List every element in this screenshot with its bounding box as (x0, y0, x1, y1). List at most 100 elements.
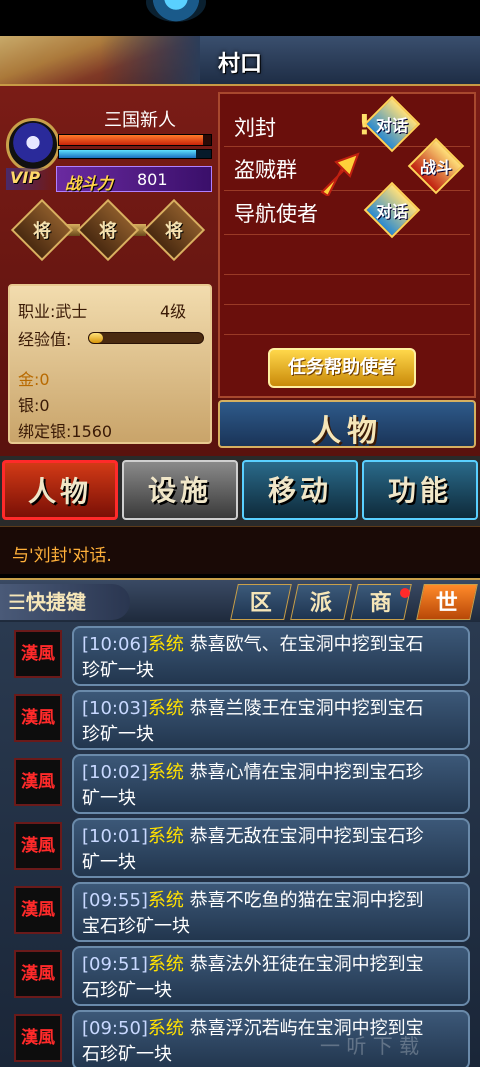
chat-text-cont: 珍矿一块 (82, 724, 154, 745)
general-slot-label: 将 (165, 221, 183, 242)
up-right-arrow-icon (320, 152, 360, 196)
quick-bar: ☰快捷键 区 派 商 世 (0, 578, 480, 622)
general-slot-label: 将 (99, 221, 117, 242)
chat-text-cont: 石珍矿一块 (82, 980, 172, 1001)
chat-text-cont: 石珍矿一块 (82, 1044, 172, 1065)
location-title: 村口 (217, 52, 262, 77)
channel-tab-world[interactable]: 世 (416, 584, 478, 620)
tab-functions[interactable]: 功能 (362, 460, 478, 520)
chat-sender: 系统 (147, 826, 184, 847)
watermark: 一 听 下 载 (320, 1034, 420, 1058)
chat-item[interactable]: 漢風 [10:01]系统 恭喜无敌在宝洞中挖到宝石珍 矿一块 (10, 818, 470, 878)
person-banner[interactable]: 人物 (218, 400, 476, 449)
message-line: 与'刘封'对话. (0, 526, 480, 574)
hp-bar (58, 134, 212, 146)
han-feng-logo-icon: 漢風 (14, 1014, 62, 1062)
han-feng-logo-icon: 漢風 (14, 630, 62, 678)
player-name: 三国新人 (104, 110, 176, 131)
exp-label: 经验值: (18, 330, 72, 349)
silver-value: 银:0 (18, 396, 50, 415)
chat-text-cont: 矿一块 (82, 788, 136, 809)
chat-text-cont: 珍矿一块 (82, 660, 154, 681)
chat-item[interactable]: 漢風 [10:06]系统 恭喜欧气、在宝洞中挖到宝石 珍矿一块 (10, 626, 470, 686)
chat-sender: 系统 (147, 890, 184, 911)
vip-badge[interactable]: VIP (6, 168, 56, 190)
tab-facilities[interactable]: 设施 (122, 460, 238, 520)
han-feng-logo-icon: 漢風 (14, 822, 62, 870)
chat-time: [10:02] (82, 762, 148, 783)
channel-tab-label: 世 (435, 590, 458, 616)
chat-list[interactable]: 漢風 [10:06]系统 恭喜欧气、在宝洞中挖到宝石 珍矿一块 漢風 [10:03]系统… (0, 622, 480, 1067)
generals-slots: 将 将 将 (10, 198, 210, 262)
main-tabs: 人物 设施 移动 功能 (0, 456, 480, 526)
han-feng-logo-icon: 漢風 (14, 886, 62, 934)
general-slot-1[interactable]: 将 (10, 198, 74, 262)
chat-bubble: [10:01]系统 恭喜无敌在宝洞中挖到宝石珍 矿一块 (72, 818, 470, 878)
npc-panel: 刘封 ! 对话 盗贼群 战斗 导航使者 对话 任务帮助使者 (218, 92, 476, 398)
channel-tab-label: 区 (249, 590, 272, 616)
divider (224, 334, 470, 335)
mp-bar-fill (59, 150, 196, 158)
person-banner-label: 人物 (311, 414, 383, 449)
hp-bar-fill (59, 135, 204, 145)
channel-tab-label: 派 (309, 590, 332, 616)
chat-text: 恭喜心情在宝洞中挖到宝石珍 (189, 762, 424, 783)
chat-item[interactable]: 漢風 [10:02]系统 恭喜心情在宝洞中挖到宝石珍 矿一块 (10, 754, 470, 814)
top-strip (0, 0, 480, 36)
mp-bar (58, 149, 212, 159)
shortcut-button[interactable]: ☰快捷键 (0, 584, 130, 620)
chat-text-cont: 宝石珍矿一块 (82, 916, 190, 937)
bound-silver-value: 绑定银:1560 (18, 422, 113, 441)
general-slot-3[interactable]: 将 (142, 198, 206, 262)
location-header: 村口 (0, 36, 480, 86)
chat-item[interactable]: 漢風 [09:55]系统 恭喜不吃鱼的猫在宝洞中挖到 宝石珍矿一块 (10, 882, 470, 942)
chat-sender: 系统 (147, 762, 184, 783)
chat-bubble: [10:02]系统 恭喜心情在宝洞中挖到宝石珍矿一块 (72, 754, 470, 814)
chat-sender: 系统 (147, 634, 184, 655)
chat-sender: 系统 (147, 1018, 184, 1039)
tab-move[interactable]: 移动 (242, 460, 358, 520)
channel-tab-district[interactable]: 区 (230, 584, 292, 620)
npc-liufeng[interactable]: 刘封 (234, 112, 276, 142)
combat-power-value: 801 (137, 170, 168, 189)
mascot-icon[interactable] (146, 0, 206, 22)
chat-time: [10:06] (82, 634, 148, 655)
channel-tab-label: 商 (369, 590, 392, 616)
npc-bandits[interactable]: 盗贼群 (234, 154, 297, 184)
combat-power: 战斗力 801 (56, 166, 212, 193)
chat-item[interactable]: 漢風 [10:03]系统 恭喜兰陵王在宝洞中挖到宝石珍矿一块 (10, 690, 470, 750)
chat-time: [10:03] (82, 698, 148, 719)
chat-time: [09:55] (82, 890, 148, 911)
chat-bubble: [09:51]系统 恭喜法外狂徒在宝洞中挖到宝 石珍矿一块 (72, 946, 470, 1006)
chat-text-cont: 矿一块 (82, 852, 136, 873)
chat-text: 恭喜兰陵王在宝洞中挖到宝石 (189, 698, 424, 719)
chat-item[interactable]: 漢風 [09:51]系统 恭喜法外狂徒在宝洞中挖到宝 石珍矿一块 (10, 946, 470, 1006)
job-label: 职业:武士 (18, 302, 88, 321)
message-text: 与'刘封'对话. (12, 546, 112, 566)
fight-button-label: 战斗 (419, 158, 452, 177)
han-feng-logo-icon: 漢風 (14, 694, 62, 742)
gold-value: 金:0 (18, 370, 50, 389)
han-feng-logo-icon: 漢風 (14, 758, 62, 806)
han-feng-logo-icon: 漢風 (14, 950, 62, 998)
tab-character[interactable]: 人物 (2, 460, 118, 520)
chat-text: 恭喜法外狂徒在宝洞中挖到宝 (189, 954, 424, 975)
quest-helper-button[interactable]: 任务帮助使者 (268, 348, 416, 388)
general-slot-2[interactable]: 将 (76, 198, 140, 262)
chat-time: [09:51] (82, 954, 148, 975)
divider (224, 304, 470, 305)
chat-text: 恭喜无敌在宝洞中挖到宝石珍 (189, 826, 424, 847)
chat-sender: 系统 (147, 954, 184, 975)
general-slot-label: 将 (33, 221, 51, 242)
avatar[interactable] (6, 118, 60, 172)
npc-guide[interactable]: 导航使者 (234, 198, 318, 228)
notification-dot (400, 588, 410, 598)
talk-button-label: 对话 (375, 202, 408, 221)
channel-tab-faction[interactable]: 派 (290, 584, 352, 620)
chat-time: [09:50] (82, 1018, 148, 1039)
chat-bubble: [10:06]系统 恭喜欧气、在宝洞中挖到宝石 珍矿一块 (72, 626, 470, 686)
main-panel: 三国新人 VIP 战斗力 801 将 将 将 职业:武士 4级 经验值: 金:0… (0, 86, 480, 456)
chat-sender: 系统 (147, 698, 184, 719)
talk-button-liufeng[interactable]: 对话 (363, 95, 421, 153)
level-label: 4级 (160, 302, 187, 321)
